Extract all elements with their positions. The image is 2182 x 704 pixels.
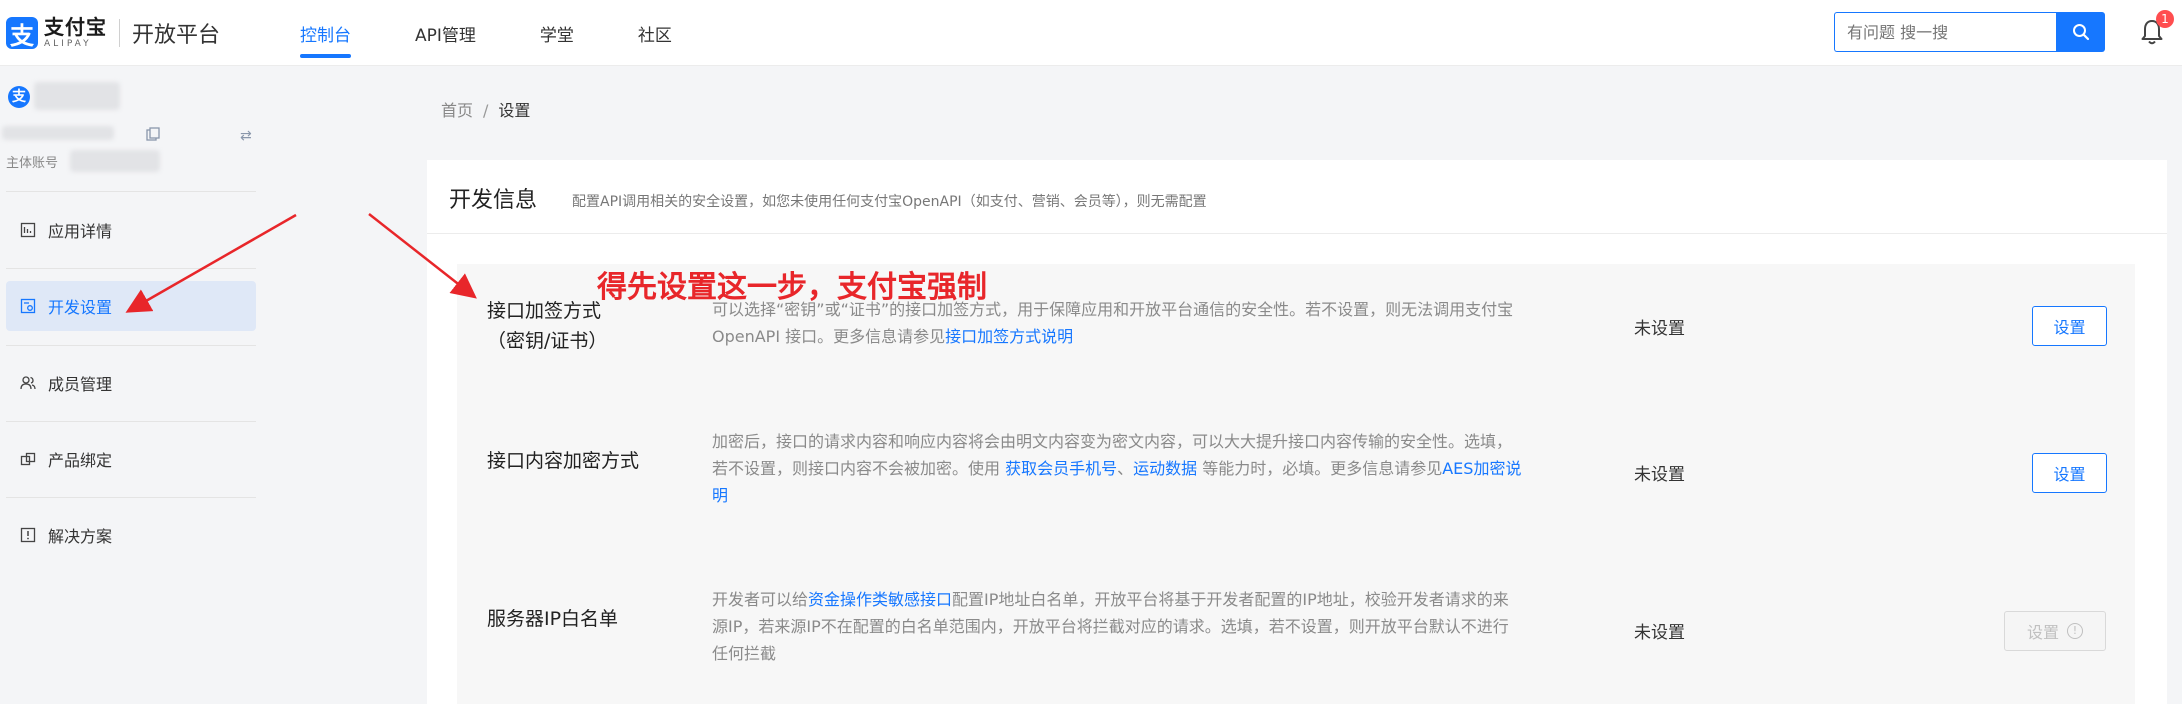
main-nav: 控制台 API管理 学堂 社区 xyxy=(300,0,736,66)
sidebar-divider xyxy=(6,421,256,422)
card-header: 开发信息 配置API调用相关的安全设置，如您未使用任何支付宝OpenAPI（如支… xyxy=(427,160,2167,234)
alipay-account-icon: 支 xyxy=(8,86,30,108)
status-signing-method: 未设置 xyxy=(1634,319,1685,339)
copy-icon[interactable] xyxy=(146,126,160,145)
desc-text: 、 xyxy=(1117,459,1134,478)
sidebar-divider xyxy=(6,268,256,269)
app-detail-icon xyxy=(20,222,36,238)
desc-text: 可以选择“密钥”或“证书”的接口加签方式，用于保障应用和开放平台通信的安全性。若… xyxy=(712,300,1514,346)
breadcrumb-current: 设置 xyxy=(498,101,531,120)
set-content-encryption-button[interactable]: 设置 xyxy=(2032,453,2107,493)
sidebar: 支 ⇄ 主体账号 应用详情 开发设置 成员管理 产品绑定 解决方案 xyxy=(0,66,262,704)
sidebar-item-dev-settings[interactable]: 开发设置 xyxy=(6,281,256,331)
search-button[interactable] xyxy=(2056,12,2105,52)
link-member-phone[interactable]: 获取会员手机号 xyxy=(1005,459,1117,478)
breadcrumb-separator: / xyxy=(483,101,489,120)
sidebar-divider xyxy=(6,497,256,498)
sidebar-item-app-detail[interactable]: 应用详情 xyxy=(6,205,256,255)
tab-console[interactable]: 控制台 xyxy=(300,0,351,66)
row-label-line: （密钥/证书） xyxy=(487,330,608,352)
top-bar: 支 支付宝 ALIPAY 开放平台 控制台 API管理 学堂 社区 1 xyxy=(0,0,2182,66)
breadcrumb: 首页 / 设置 xyxy=(441,97,530,121)
search-input[interactable] xyxy=(1834,12,2056,52)
row-label-line: 接口加签方式 xyxy=(487,300,602,322)
alipay-logo[interactable]: 支 支付宝 ALIPAY 开放平台 xyxy=(6,17,221,50)
link-sensitive-fund-api[interactable]: 资金操作类敏感接口 xyxy=(808,590,952,609)
sidebar-item-label: 成员管理 xyxy=(48,375,113,394)
status-content-encryption: 未设置 xyxy=(1634,465,1685,485)
tab-api-management[interactable]: API管理 xyxy=(415,0,476,66)
annotation-note: 得先设置这一步，支付宝强制 xyxy=(597,270,987,305)
main-account-label: 主体账号 xyxy=(6,156,59,171)
search-icon xyxy=(2072,24,2089,41)
sidebar-item-solution[interactable]: 解决方案 xyxy=(6,510,256,560)
alipay-logo-icon: 支 xyxy=(6,17,38,50)
set-ip-whitelist-button[interactable]: 设置 ! xyxy=(2004,611,2106,651)
notification-badge: 1 xyxy=(2156,10,2174,28)
section-title: 开发信息 xyxy=(449,188,538,213)
sidebar-item-label: 开发设置 xyxy=(48,298,113,317)
desc-text: 等能力时，必填。更多信息请参见 xyxy=(1197,459,1443,478)
main-account-redacted xyxy=(70,150,160,172)
dev-info-card: 开发信息 配置API调用相关的安全设置，如您未使用任何支付宝OpenAPI（如支… xyxy=(427,160,2167,704)
members-icon xyxy=(20,375,36,391)
sidebar-item-members[interactable]: 成员管理 xyxy=(6,358,256,408)
tab-community[interactable]: 社区 xyxy=(638,0,672,66)
section-description: 配置API调用相关的安全设置，如您未使用任何支付宝OpenAPI（如支付、营销、… xyxy=(572,194,1207,210)
logo-divider xyxy=(119,19,120,47)
product-binding-icon xyxy=(20,451,36,467)
desc-text: 开发者可以给 xyxy=(712,590,809,609)
settings-list: 接口加签方式 （密钥/证书） 可以选择“密钥”或“证书”的接口加签方式，用于保障… xyxy=(457,264,2135,704)
sidebar-divider xyxy=(6,345,256,346)
sidebar-divider xyxy=(6,191,256,192)
info-icon: ! xyxy=(2067,623,2083,639)
tab-academy[interactable]: 学堂 xyxy=(540,0,574,66)
row-desc-content-encryption: 加密后，接口的请求内容和响应内容将会由明文内容变为密文内容，可以大大提升接口内容… xyxy=(712,428,1522,509)
logo-name-cn: 支付宝 xyxy=(44,15,107,39)
solution-icon xyxy=(20,527,36,543)
button-label: 设置 xyxy=(2026,623,2059,642)
link-sport-data[interactable]: 运动数据 xyxy=(1133,459,1197,478)
set-signing-method-button[interactable]: 设置 xyxy=(2032,306,2107,346)
row-label-signing-method: 接口加签方式 （密钥/证书） xyxy=(487,296,607,356)
sidebar-item-label: 解决方案 xyxy=(48,527,113,546)
breadcrumb-home[interactable]: 首页 xyxy=(441,101,473,120)
logo-text: 支付宝 ALIPAY xyxy=(44,17,107,49)
status-ip-whitelist: 未设置 xyxy=(1634,623,1685,643)
sidebar-item-product-binding[interactable]: 产品绑定 xyxy=(6,434,256,484)
sidebar-item-label: 产品绑定 xyxy=(48,451,113,470)
account-id-redacted xyxy=(2,126,114,140)
switch-account-icon[interactable]: ⇄ xyxy=(240,128,252,144)
dev-settings-icon xyxy=(20,298,36,314)
sidebar-item-label: 应用详情 xyxy=(48,222,113,241)
row-label-content-encryption: 接口内容加密方式 xyxy=(487,450,640,472)
platform-name: 开放平台 xyxy=(132,23,221,48)
notification-button[interactable]: 1 xyxy=(2140,10,2174,48)
row-desc-ip-whitelist: 开发者可以给资金操作类敏感接口配置IP地址白名单，开放平台将基于开发者配置的IP… xyxy=(712,586,1522,667)
account-name-redacted xyxy=(34,82,120,110)
row-label-ip-whitelist: 服务器IP白名单 xyxy=(487,608,619,630)
logo-name-en: ALIPAY xyxy=(44,39,92,49)
search-box xyxy=(1834,12,2105,52)
link-signing-method-guide[interactable]: 接口加签方式说明 xyxy=(945,327,1073,346)
